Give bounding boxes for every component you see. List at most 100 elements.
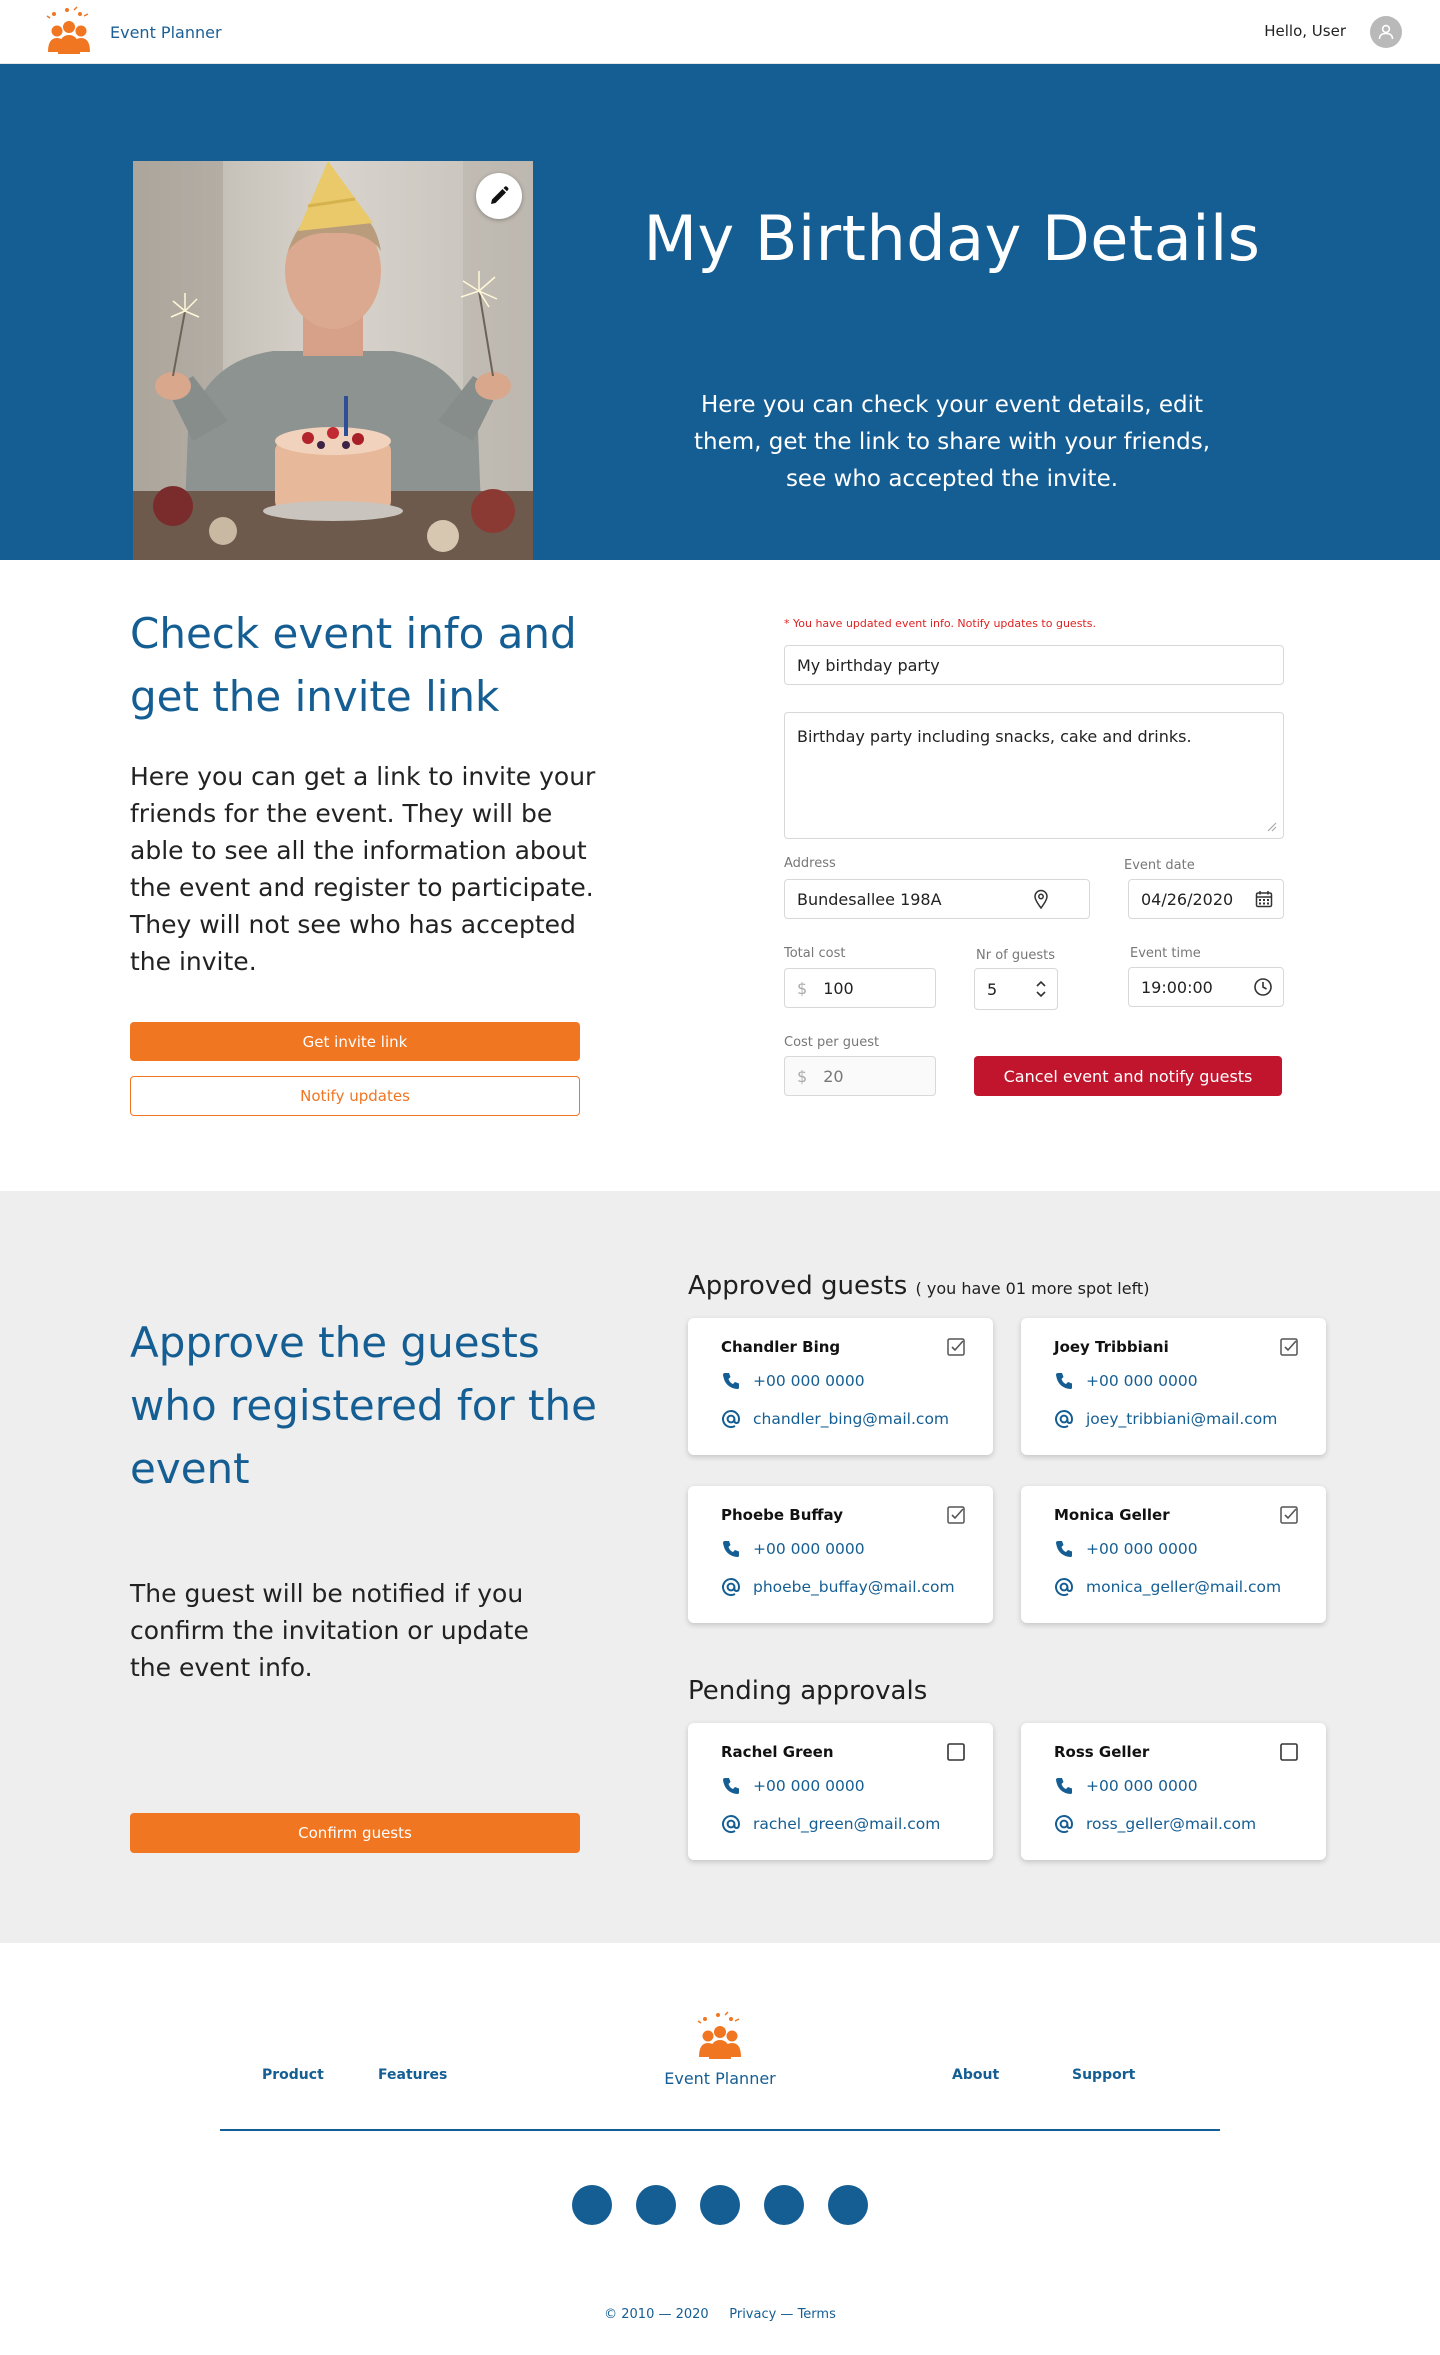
approved-guests-label: Approved guests xyxy=(688,1271,908,1301)
notify-updates-button[interactable]: Notify updates xyxy=(130,1076,580,1116)
top-navbar: Event Planner Hello, User xyxy=(0,0,1440,64)
phone-icon xyxy=(721,1371,741,1391)
guest-email[interactable]: ross_geller@mail.com xyxy=(1086,1815,1256,1833)
guests-heading: Approve the guests who registered for th… xyxy=(130,1318,597,1493)
guest-phone-row: +00 000 0000 xyxy=(721,1539,865,1559)
approved-guests-title: Approved guests ( you have 01 more spot … xyxy=(688,1271,1149,1301)
checked-checkbox-icon[interactable] xyxy=(1279,1337,1299,1357)
event-time-input[interactable]: 19:00:00 xyxy=(1128,967,1284,1007)
guest-name: Monica Geller xyxy=(1054,1506,1170,1524)
privacy-terms-link[interactable]: Privacy — Terms xyxy=(729,2307,836,2322)
footer-divider xyxy=(220,2129,1220,2131)
event-description-textarea[interactable]: Birthday party including snacks, cake an… xyxy=(784,712,1284,839)
site-footer: Product Features Event Planner About Sup… xyxy=(0,1943,1440,2355)
guests-section: Approve the guests who registered for th… xyxy=(0,1191,1440,1943)
guest-email-row: joey_tribbiani@mail.com xyxy=(1054,1409,1277,1429)
event-info-description: Here you can get a link to invite your f… xyxy=(130,762,596,976)
edit-photo-button[interactable] xyxy=(476,173,522,219)
event-description-value: Birthday party including snacks, cake an… xyxy=(797,727,1192,746)
unchecked-checkbox-icon[interactable] xyxy=(1279,1742,1299,1762)
event-date-input[interactable]: 04/26/2020 xyxy=(1128,879,1284,919)
checked-checkbox-icon[interactable] xyxy=(946,1505,966,1525)
resize-handle-icon[interactable] xyxy=(1265,820,1277,832)
copyright-text: © 2010 — 2020 xyxy=(604,2307,709,2322)
event-planner-logo-icon xyxy=(697,2011,741,2059)
guest-name: Joey Tribbiani xyxy=(1054,1338,1169,1356)
user-icon xyxy=(1378,24,1394,40)
guest-email-row: ross_geller@mail.com xyxy=(1054,1814,1256,1834)
at-sign-icon xyxy=(721,1814,741,1834)
guest-phone: +00 000 0000 xyxy=(1086,1540,1198,1558)
guest-email[interactable]: chandler_bing@mail.com xyxy=(753,1410,949,1428)
social-icon-3[interactable] xyxy=(700,2185,740,2225)
guest-card[interactable]: Phoebe Buffay +00 000 0000 phoebe_buffay@m… xyxy=(688,1486,993,1623)
get-invite-link-button[interactable]: Get invite link xyxy=(130,1022,580,1061)
guest-phone-row: +00 000 0000 xyxy=(1054,1371,1198,1391)
total-cost-label: Total cost xyxy=(784,946,846,961)
phone-icon xyxy=(1054,1371,1074,1391)
social-icon-1[interactable] xyxy=(572,2185,612,2225)
brand-link[interactable]: Event Planner xyxy=(44,6,222,58)
footer-brand[interactable]: Event Planner xyxy=(664,2011,776,2088)
event-time-value: 19:00:00 xyxy=(1141,977,1213,997)
at-sign-icon xyxy=(1054,1814,1074,1834)
guest-card[interactable]: Rachel Green +00 000 0000 rachel_green@mai… xyxy=(688,1723,993,1860)
checked-checkbox-icon[interactable] xyxy=(1279,1505,1299,1525)
guest-card[interactable]: Monica Geller +00 000 0000 monica_geller@m… xyxy=(1021,1486,1326,1623)
guest-card[interactable]: Joey Tribbiani +00 000 0000 joey_tribbiani… xyxy=(1021,1318,1326,1455)
calendar-icon[interactable] xyxy=(1255,890,1273,908)
guest-card[interactable]: Chandler Bing +00 000 0000 chandler_bing@m… xyxy=(688,1318,993,1455)
event-info-section: Check event info and get the invite link… xyxy=(0,560,1440,1191)
unchecked-checkbox-icon[interactable] xyxy=(946,1742,966,1762)
guest-email[interactable]: phoebe_buffay@mail.com xyxy=(753,1578,955,1596)
page-title: My Birthday Details xyxy=(643,202,1261,275)
event-date-label: Event date xyxy=(1124,858,1195,873)
footer-link-product[interactable]: Product xyxy=(262,2067,324,2083)
guest-email-row: rachel_green@mail.com xyxy=(721,1814,940,1834)
page-subtitle: Here you can check your event details, e… xyxy=(693,392,1211,492)
guest-phone: +00 000 0000 xyxy=(1086,1372,1198,1390)
phone-icon xyxy=(1054,1776,1074,1796)
total-cost-input[interactable]: $ 100 xyxy=(784,968,936,1008)
cancel-event-button[interactable]: Cancel event and notify guests xyxy=(974,1056,1282,1096)
footer-link-about[interactable]: About xyxy=(952,2067,999,2083)
guest-phone: +00 000 0000 xyxy=(753,1372,865,1390)
clock-icon[interactable] xyxy=(1253,977,1273,997)
footer-link-support[interactable]: Support xyxy=(1072,2067,1135,2083)
event-date-value: 04/26/2020 xyxy=(1141,889,1234,909)
footer-link-features[interactable]: Features xyxy=(378,2067,447,2083)
guest-phone: +00 000 0000 xyxy=(753,1540,865,1558)
guests-count-value: 5 xyxy=(987,979,998,999)
social-icon-5[interactable] xyxy=(828,2185,868,2225)
user-avatar[interactable] xyxy=(1370,16,1402,48)
currency-symbol: $ xyxy=(797,1066,808,1086)
guest-name: Phoebe Buffay xyxy=(721,1506,843,1524)
confirm-guests-button[interactable]: Confirm guests xyxy=(130,1813,580,1853)
guest-card[interactable]: Ross Geller +00 000 0000 ross_geller@mail.… xyxy=(1021,1723,1326,1860)
social-icon-2[interactable] xyxy=(636,2185,676,2225)
checked-checkbox-icon[interactable] xyxy=(946,1337,966,1357)
guest-email-row: monica_geller@mail.com xyxy=(1054,1577,1281,1597)
guests-count-stepper[interactable]: 5 xyxy=(974,968,1058,1010)
guest-email[interactable]: joey_tribbiani@mail.com xyxy=(1086,1410,1277,1428)
guest-phone: +00 000 0000 xyxy=(1086,1777,1198,1795)
at-sign-icon xyxy=(1054,1409,1074,1429)
phone-icon xyxy=(1054,1539,1074,1559)
social-icon-4[interactable] xyxy=(764,2185,804,2225)
footer-brand-name: Event Planner xyxy=(664,2069,776,2088)
guest-email[interactable]: monica_geller@mail.com xyxy=(1086,1578,1281,1596)
at-sign-icon xyxy=(1054,1577,1074,1597)
event-cover-photo xyxy=(133,161,533,560)
guest-email-row: phoebe_buffay@mail.com xyxy=(721,1577,955,1597)
user-greeting: Hello, User xyxy=(1264,22,1346,40)
guest-email[interactable]: rachel_green@mail.com xyxy=(753,1815,940,1833)
guest-name: Chandler Bing xyxy=(721,1338,841,1356)
stepper-arrows-icon[interactable] xyxy=(1035,979,1047,999)
guest-phone-row: +00 000 0000 xyxy=(1054,1539,1198,1559)
address-input[interactable]: Bundesallee 198A xyxy=(784,879,1090,919)
cost-per-guest-label: Cost per guest xyxy=(784,1035,880,1050)
event-title-input[interactable]: My birthday party xyxy=(784,645,1284,685)
pending-approvals-title: Pending approvals xyxy=(688,1676,928,1706)
hero-section: My Birthday Details Here you can check y… xyxy=(0,64,1440,560)
address-value: Bundesallee 198A xyxy=(797,889,942,909)
